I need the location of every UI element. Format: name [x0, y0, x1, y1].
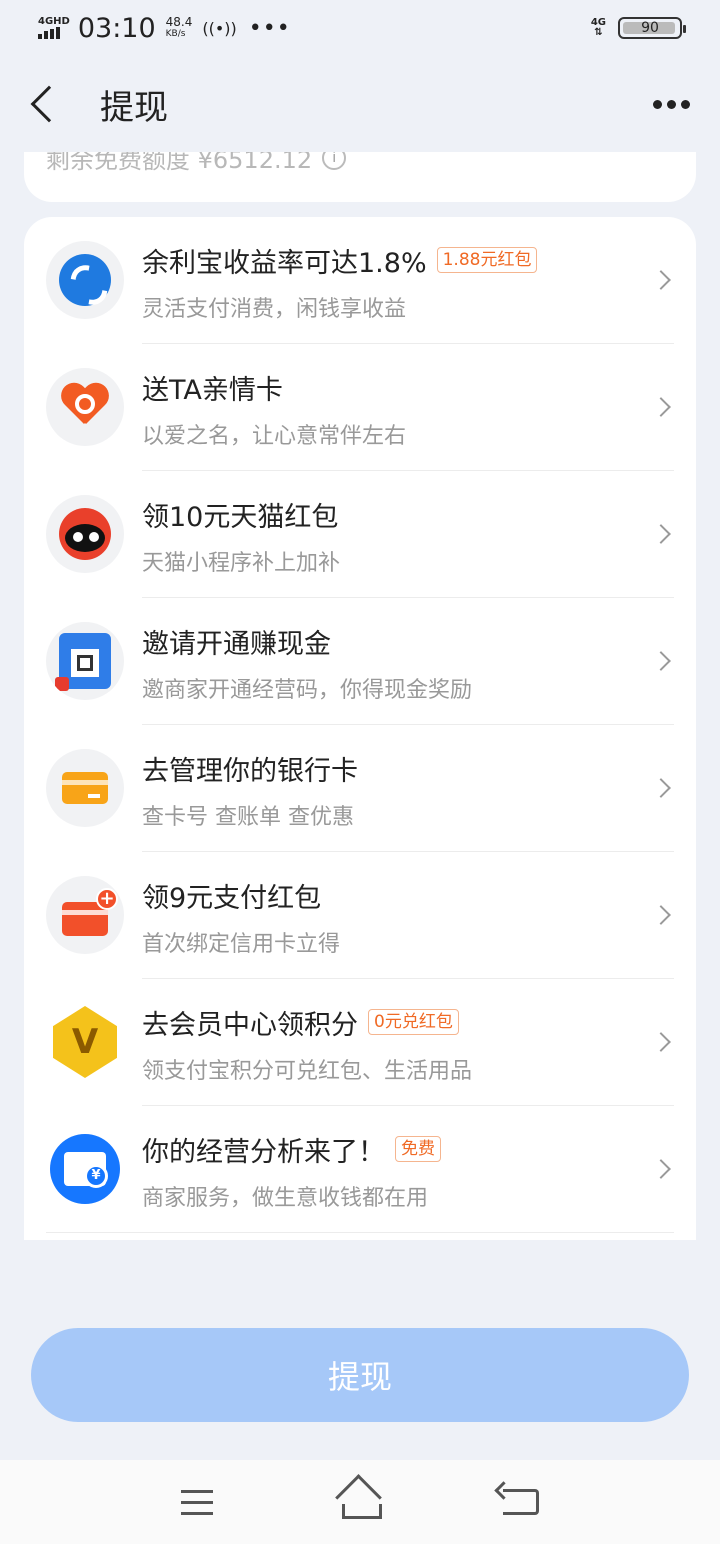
battery-level: 90	[641, 20, 659, 36]
promo-tag: 0元兑红包	[368, 1009, 459, 1035]
signal-bars-icon	[38, 27, 60, 39]
item-title: 邀请开通赚现金	[142, 628, 331, 660]
network-4g-icon: 4G ⇅	[590, 17, 606, 38]
network-type: 4GHD	[38, 16, 70, 27]
chevron-right-icon	[651, 524, 671, 544]
more-notifications-icon: •••	[248, 15, 291, 41]
item-subtitle: 以爱之名，让心意常伴左右	[142, 424, 407, 449]
item-subtitle: 查卡号 查账单 查优惠	[142, 805, 354, 830]
status-time: 03:10	[77, 12, 156, 44]
item-title: 领10元天猫红包	[142, 501, 339, 533]
nav-header: 提现	[0, 56, 720, 152]
bank-card-icon	[46, 749, 124, 827]
shop-icon: ¥	[46, 1130, 124, 1208]
list-item[interactable]: 领10元天猫红包 天猫小程序补上加补	[24, 471, 696, 598]
promotion-list: 余利宝收益率可达1.8% 1.88元红包 灵活支付消费，闲钱享收益 送TA亲情卡 …	[24, 217, 696, 1240]
qr-code-icon	[46, 622, 124, 700]
signal-indicator: 4GHD	[38, 17, 70, 39]
item-title: 你的经营分析来了！	[142, 1136, 385, 1168]
list-item[interactable]: 邀请开通赚现金 邀商家开通经营码，你得现金奖励	[24, 598, 696, 725]
item-title: 余利宝收益率可达1.8%	[142, 247, 427, 279]
list-item[interactable]: 去管理你的银行卡 查卡号 查账单 查优惠	[24, 725, 696, 852]
promo-tag: 1.88元红包	[436, 247, 538, 273]
more-options-icon[interactable]	[653, 99, 690, 109]
item-subtitle: 商家服务，做生意收钱都在用	[142, 1186, 429, 1211]
info-icon[interactable]: i	[322, 152, 347, 170]
withdraw-page: 4GHD 03:10 48.4 KB/s ((•)) ••• 4G ⇅ 90 提…	[0, 0, 720, 1544]
chevron-right-icon	[651, 1032, 671, 1052]
item-title: 领9元支付红包	[142, 882, 322, 914]
item-subtitle: 邀商家开通经营码，你得现金奖励	[142, 678, 473, 703]
item-subtitle: 首次绑定信用卡立得	[142, 932, 341, 957]
chevron-right-icon	[651, 778, 671, 798]
back-arrow-icon[interactable]	[30, 85, 68, 123]
back-icon[interactable]	[503, 1489, 540, 1515]
menu-icon[interactable]	[180, 1489, 213, 1515]
status-bar: 4GHD 03:10 48.4 KB/s ((•)) ••• 4G ⇅ 90	[0, 0, 720, 56]
hotspot-icon: ((•))	[202, 18, 237, 38]
item-title: 去会员中心领积分	[142, 1009, 358, 1041]
page-title: 提现	[100, 87, 168, 128]
withdraw-button[interactable]: 提现	[31, 1328, 689, 1422]
free-quota-text: 剩余免费额度 ¥6512.12	[46, 152, 313, 174]
chevron-right-icon	[651, 1159, 671, 1179]
tmall-cat-icon	[46, 495, 124, 573]
content-scroll[interactable]: 剩余免费额度 ¥6512.12 i 余利宝收益率可达1.8% 1.88元红包 灵活…	[0, 152, 720, 1240]
home-icon[interactable]	[334, 1487, 382, 1519]
chevron-right-icon	[651, 651, 671, 671]
list-item[interactable]: 送TA亲情卡 以爱之名，让心意常伴左右	[24, 344, 696, 471]
chevron-right-icon	[651, 397, 671, 417]
list-item[interactable]: ¥ 你的经营分析来了！ 免费 商家服务，做生意收钱都在用	[24, 1106, 696, 1233]
item-subtitle: 天猫小程序补上加补	[142, 551, 341, 576]
item-subtitle: 领支付宝积分可兑红包、生活用品	[142, 1059, 473, 1084]
list-item[interactable]: V 去会员中心领积分 0元兑红包 领支付宝积分可兑红包、生活用品	[24, 979, 696, 1106]
network-speed: 48.4 KB/s	[165, 15, 193, 39]
promo-tag: 免费	[395, 1136, 441, 1162]
battery-icon: 90	[618, 17, 686, 39]
item-title: 去管理你的银行卡	[142, 755, 358, 787]
list-item[interactable]: 余利宝收益率可达1.8% 1.88元红包 灵活支付消费，闲钱享收益	[24, 217, 696, 344]
chevron-right-icon	[651, 270, 671, 290]
item-subtitle: 灵活支付消费，闲钱享收益	[142, 297, 407, 322]
item-title: 送TA亲情卡	[142, 374, 283, 406]
add-card-icon: +	[46, 876, 124, 954]
quota-card: 剩余免费额度 ¥6512.12 i	[24, 152, 696, 202]
list-item[interactable]: + 领9元支付红包 首次绑定信用卡立得	[24, 852, 696, 979]
vip-v-icon: V	[46, 1003, 124, 1081]
heart-icon	[46, 368, 124, 446]
chevron-right-icon	[651, 905, 671, 925]
yulibao-icon	[46, 241, 124, 319]
system-nav-bar	[0, 1460, 720, 1544]
